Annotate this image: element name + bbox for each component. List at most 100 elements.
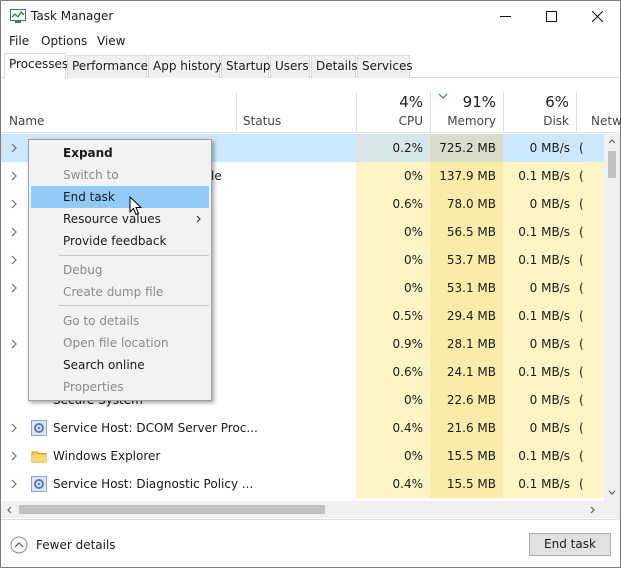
network-value: (	[576, 330, 604, 358]
column-network[interactable]: Netw	[591, 114, 621, 128]
tab-details[interactable]: Details	[311, 55, 358, 78]
title-bar[interactable]: Task Manager	[1, 1, 620, 32]
maximize-button[interactable]	[528, 1, 574, 32]
network-value: (	[576, 386, 604, 414]
context-menu-item-go-to-details[interactable]: Go to details	[31, 310, 209, 332]
memory-total[interactable]: 91%	[435, 93, 496, 111]
tab-startup[interactable]: Startup	[221, 55, 271, 78]
minimize-button[interactable]	[482, 1, 528, 32]
network-value: (	[576, 302, 604, 330]
chevron-right-icon[interactable]	[10, 451, 18, 461]
memory-value: 28.1 MB	[430, 330, 503, 358]
disk-value: 0.1 MB/s	[503, 442, 576, 470]
process-name: Service Host: Diagnostic Policy ...	[53, 477, 254, 491]
chevron-right-icon[interactable]	[10, 255, 18, 265]
memory-value: 22.6 MB	[430, 386, 503, 414]
chevron-right-icon[interactable]	[10, 423, 18, 433]
context-menu-item-search-online[interactable]: Search online	[31, 354, 209, 376]
column-memory[interactable]: Memory	[435, 114, 496, 128]
disk-value: 0.1 MB/s	[503, 162, 576, 190]
column-divider[interactable]	[430, 92, 431, 133]
network-value: (	[576, 218, 604, 246]
context-menu-item-provide-feedback[interactable]: Provide feedback	[31, 230, 209, 252]
scrollbar-corner	[604, 501, 620, 518]
gear-icon	[31, 420, 47, 436]
context-menu-label: Go to details	[63, 314, 140, 328]
tab-app-history[interactable]: App history	[148, 55, 222, 78]
cpu-value: 0.4%	[356, 470, 430, 498]
vertical-scroll-thumb[interactable]	[608, 151, 616, 178]
context-menu-label: Properties	[63, 380, 124, 394]
column-divider[interactable]	[356, 92, 357, 133]
disk-total[interactable]: 6%	[508, 93, 569, 111]
disk-value: 0 MB/s	[503, 386, 576, 414]
chevron-up-circle-icon[interactable]	[10, 536, 28, 554]
disk-value: 0.1 MB/s	[503, 358, 576, 386]
chevron-right-icon[interactable]	[10, 143, 18, 153]
context-menu: Expand Switch to End task Resource values Pr…	[28, 139, 212, 401]
cpu-value: 0.9%	[356, 330, 430, 358]
close-button[interactable]	[574, 1, 620, 32]
chevron-right-icon[interactable]	[10, 199, 18, 209]
chevron-right-icon[interactable]	[10, 227, 18, 237]
chevron-right-icon[interactable]	[10, 171, 18, 181]
context-menu-item-resource-values[interactable]: Resource values	[31, 208, 209, 230]
context-menu-item-end-task[interactable]: End task	[31, 186, 209, 208]
vertical-scrollbar[interactable]	[604, 134, 620, 501]
mouse-cursor-icon	[129, 196, 142, 216]
memory-value: 24.1 MB	[430, 358, 503, 386]
cpu-value: 0.6%	[356, 190, 430, 218]
scroll-down-icon[interactable]	[608, 490, 616, 496]
network-value: (	[576, 470, 604, 498]
context-menu-label: Open file location	[63, 336, 169, 350]
tab-processes[interactable]: Processes	[4, 53, 68, 79]
context-menu-label: Debug	[63, 263, 103, 277]
column-divider[interactable]	[236, 92, 237, 133]
cpu-total[interactable]: 4%	[361, 93, 423, 111]
context-menu-item-open-file-location[interactable]: Open file location	[31, 332, 209, 354]
memory-value: 15.5 MB	[430, 470, 503, 498]
tab-strip: Processes Performance App history Startu…	[1, 53, 620, 79]
tab-services[interactable]: Services	[357, 55, 413, 78]
cpu-value: 0%	[356, 274, 430, 302]
scroll-left-icon[interactable]	[6, 506, 12, 514]
context-menu-label: Switch to	[63, 168, 119, 182]
menu-options[interactable]: Options	[41, 34, 87, 48]
context-menu-item-expand[interactable]: Expand	[31, 142, 209, 164]
context-menu-item-debug[interactable]: Debug	[31, 259, 209, 281]
process-name: Service Host: DCOM Server Proc...	[53, 421, 258, 435]
table-row[interactable]: Windows Explorer 0% 15.5 MB 0.1 MB/s(	[1, 442, 604, 470]
chevron-right-icon[interactable]	[10, 283, 18, 293]
fewer-details-link[interactable]: Fewer details	[36, 538, 116, 552]
disk-value: 0.1 MB/s	[503, 218, 576, 246]
menu-view[interactable]: View	[97, 34, 125, 48]
scroll-up-icon[interactable]	[608, 138, 616, 144]
context-menu-item-switch-to[interactable]: Switch to	[31, 164, 209, 186]
column-name[interactable]: Name	[9, 114, 44, 128]
column-divider[interactable]	[503, 92, 504, 133]
chevron-right-icon[interactable]	[10, 479, 18, 489]
menu-bar: File Options View	[1, 32, 620, 52]
tab-performance[interactable]: Performance	[67, 55, 148, 78]
column-disk[interactable]: Disk	[508, 114, 569, 128]
process-name: Windows Explorer	[53, 449, 161, 463]
column-cpu[interactable]: CPU	[361, 114, 423, 128]
end-task-button[interactable]: End task	[529, 533, 611, 556]
horizontal-scrollbar[interactable]	[1, 501, 604, 518]
memory-value: 78.0 MB	[430, 190, 503, 218]
table-row[interactable]: Service Host: Diagnostic Policy ... 0.4% 1…	[1, 470, 604, 498]
folder-icon	[31, 451, 47, 463]
scroll-right-icon[interactable]	[590, 506, 596, 514]
column-status[interactable]: Status	[243, 114, 281, 128]
network-value: (	[576, 162, 604, 190]
column-divider[interactable]	[576, 92, 577, 133]
context-menu-item-create-dump-file[interactable]: Create dump file	[31, 281, 209, 303]
menu-file[interactable]: File	[9, 34, 29, 48]
horizontal-scroll-thumb[interactable]	[19, 505, 325, 514]
cpu-value: 0%	[356, 442, 430, 470]
table-row[interactable]: Service Host: DCOM Server Proc... 0.4% 21.…	[1, 414, 604, 442]
tab-users[interactable]: Users	[270, 55, 310, 78]
context-menu-item-properties[interactable]: Properties	[31, 376, 209, 398]
chevron-right-icon[interactable]	[10, 339, 18, 349]
disk-value: 0 MB/s	[503, 274, 576, 302]
